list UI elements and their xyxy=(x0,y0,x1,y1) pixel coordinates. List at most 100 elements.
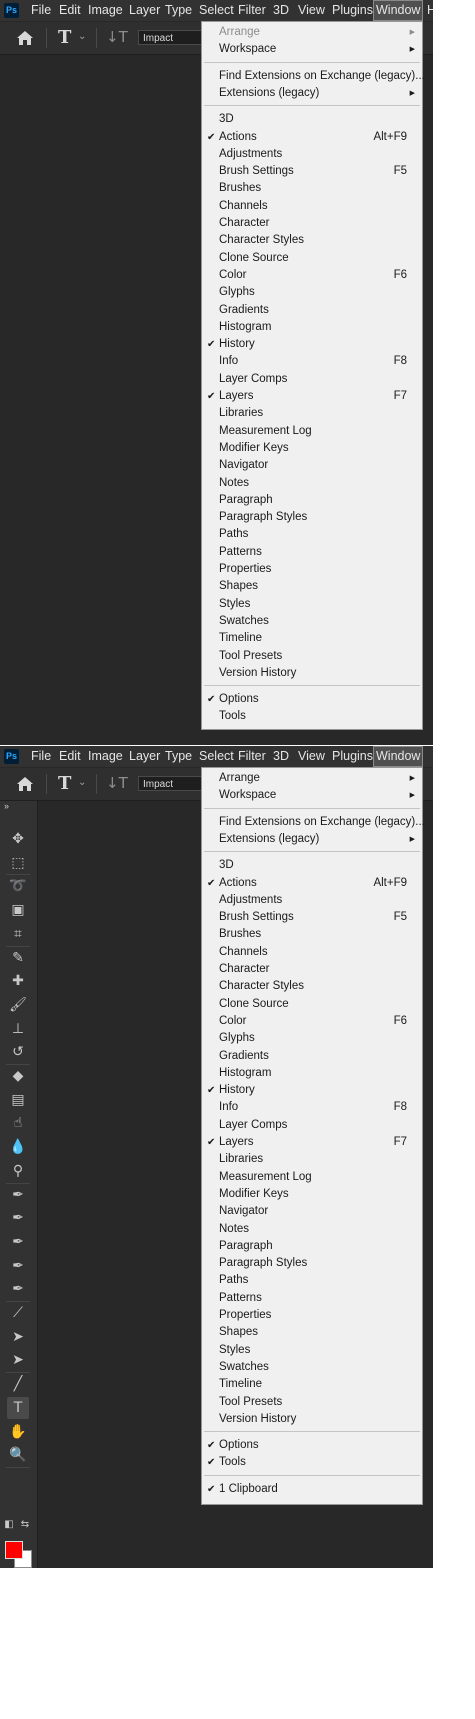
menu-item-extensions-legacy[interactable]: Extensions (legacy) ▶ xyxy=(202,831,422,848)
smudge-tool-icon[interactable]: ☝ xyxy=(7,1112,29,1134)
menu-item-actions[interactable]: ✔ Actions Alt+F9 xyxy=(202,129,422,146)
menu-item-info[interactable]: Info F8 xyxy=(202,353,422,370)
menu-item-libraries[interactable]: Libraries xyxy=(202,1151,422,1168)
menu-type[interactable]: Type xyxy=(165,746,192,767)
menu-item-adjustments[interactable]: Adjustments xyxy=(202,146,422,163)
healing-brush-tool-icon[interactable]: ✚ xyxy=(7,970,29,992)
menu-item-find-extensions-on-exchange-legacy[interactable]: Find Extensions on Exchange (legacy)... xyxy=(202,814,425,831)
menu-item-navigator[interactable]: Navigator xyxy=(202,457,422,474)
menu-item-character-styles[interactable]: Character Styles xyxy=(202,232,422,249)
foreground-color-swatch[interactable] xyxy=(5,1541,23,1559)
type-tool-preset-icon[interactable]: T xyxy=(58,773,71,794)
hand-tool-icon[interactable]: ✋ xyxy=(7,1421,29,1443)
convert-point-tool-icon[interactable]: ⟋ xyxy=(7,1302,29,1324)
menu-item-clone-source[interactable]: Clone Source xyxy=(202,250,422,267)
menu-3d[interactable]: 3D xyxy=(273,746,289,767)
menu-image[interactable]: Image xyxy=(88,746,123,767)
menu-item-notes[interactable]: Notes xyxy=(202,475,422,492)
dodge-tool-icon[interactable]: ⚲ xyxy=(7,1160,29,1182)
brush-tool-icon[interactable]: 🖌 xyxy=(7,994,29,1016)
freeform-pen-tool-icon[interactable]: ✒ xyxy=(7,1207,29,1229)
crop-tool-icon[interactable]: ⌗ xyxy=(7,923,29,945)
menu-item-properties[interactable]: Properties xyxy=(202,1307,422,1324)
curvature-pen-tool-icon[interactable]: ✒ xyxy=(7,1278,29,1300)
menu-item-histogram[interactable]: Histogram xyxy=(202,319,422,336)
menu-item-1-clipboard[interactable]: ✔ 1 Clipboard xyxy=(202,1481,422,1498)
menu-item-find-extensions-on-exchange-legacy[interactable]: Find Extensions on Exchange (legacy)... xyxy=(202,68,425,85)
menu-item-version-history[interactable]: Version History xyxy=(202,1411,422,1428)
menu-item-gradients[interactable]: Gradients xyxy=(202,1048,422,1065)
text-orientation-icon[interactable]: ↓T xyxy=(106,28,128,46)
menu-plugins[interactable]: Plugins xyxy=(332,0,373,21)
menu-item-histogram[interactable]: Histogram xyxy=(202,1065,422,1082)
menu-item-tool-presets[interactable]: Tool Presets xyxy=(202,1394,422,1411)
menu-item-patterns[interactable]: Patterns xyxy=(202,1290,422,1307)
menu-item-libraries[interactable]: Libraries xyxy=(202,405,422,422)
menu-item-layers[interactable]: ✔ Layers F7 xyxy=(202,1134,422,1151)
menu-3d[interactable]: 3D xyxy=(273,0,289,21)
menu-item-workspace[interactable]: Workspace ▶ xyxy=(202,787,422,804)
home-icon[interactable] xyxy=(16,775,34,793)
menu-item-timeline[interactable]: Timeline xyxy=(202,630,422,647)
type-tool-preset-icon[interactable]: T xyxy=(58,27,71,48)
zoom-tool-icon[interactable]: 🔍 xyxy=(7,1444,29,1466)
menu-item-clone-source[interactable]: Clone Source xyxy=(202,996,422,1013)
menu-item-brush-settings[interactable]: Brush Settings F5 xyxy=(202,909,422,926)
menu-item-tool-presets[interactable]: Tool Presets xyxy=(202,648,422,665)
menu-item-channels[interactable]: Channels xyxy=(202,198,422,215)
menu-item-paths[interactable]: Paths xyxy=(202,526,422,543)
menu-item-brushes[interactable]: Brushes xyxy=(202,180,422,197)
home-icon[interactable] xyxy=(16,29,34,47)
menu-item-shapes[interactable]: Shapes xyxy=(202,1324,422,1341)
menu-help-clipped[interactable]: H xyxy=(427,0,433,21)
eraser-tool-icon[interactable]: ◆ xyxy=(7,1065,29,1087)
menu-item-measurement-log[interactable]: Measurement Log xyxy=(202,1169,422,1186)
menu-item-tools[interactable]: ✔ Tools xyxy=(202,1454,422,1471)
menu-item-navigator[interactable]: Navigator xyxy=(202,1203,422,1220)
move-tool-icon[interactable]: ✥ xyxy=(7,828,29,850)
menu-item-paths[interactable]: Paths xyxy=(202,1272,422,1289)
menu-item-modifier-keys[interactable]: Modifier Keys xyxy=(202,440,422,457)
menu-item-character[interactable]: Character xyxy=(202,961,422,978)
menu-item-info[interactable]: Info F8 xyxy=(202,1099,422,1116)
menu-file[interactable]: File xyxy=(31,746,51,767)
menu-item-glyphs[interactable]: Glyphs xyxy=(202,1030,422,1047)
menu-view[interactable]: View xyxy=(298,746,325,767)
photoshop-logo-icon[interactable]: Ps xyxy=(4,3,19,18)
menu-select[interactable]: Select xyxy=(199,746,234,767)
font-family-field[interactable]: Impact xyxy=(138,30,210,45)
menu-item-layer-comps[interactable]: Layer Comps xyxy=(202,371,422,388)
menu-item-arrange[interactable]: Arrange ▶ xyxy=(202,770,422,787)
menu-select[interactable]: Select xyxy=(199,0,234,21)
menu-view[interactable]: View xyxy=(298,0,325,21)
menu-item-brushes[interactable]: Brushes xyxy=(202,926,422,943)
menu-item-history[interactable]: ✔ History xyxy=(202,1082,422,1099)
lasso-tool-icon[interactable]: ➰ xyxy=(7,875,29,897)
menu-item-notes[interactable]: Notes xyxy=(202,1221,422,1238)
font-family-field[interactable]: Impact xyxy=(138,776,210,791)
menu-file[interactable]: File xyxy=(31,0,51,21)
rectangular-marquee-tool-icon[interactable]: ⬚ xyxy=(7,852,29,874)
menu-item-options[interactable]: ✔ Options xyxy=(202,691,422,708)
menu-item-color[interactable]: Color F6 xyxy=(202,267,422,284)
menu-item-extensions-legacy[interactable]: Extensions (legacy) ▶ xyxy=(202,85,422,102)
line-tool-icon[interactable]: ╱ xyxy=(7,1373,29,1395)
menu-item-swatches[interactable]: Swatches xyxy=(202,613,422,630)
menu-item-brush-settings[interactable]: Brush Settings F5 xyxy=(202,163,422,180)
menu-item-layers[interactable]: ✔ Layers F7 xyxy=(202,388,422,405)
menu-item-styles[interactable]: Styles xyxy=(202,1342,422,1359)
swap-colors-icon[interactable]: ⇆ xyxy=(18,1518,32,1532)
menu-item-paragraph-styles[interactable]: Paragraph Styles xyxy=(202,509,422,526)
menu-filter[interactable]: Filter xyxy=(238,0,266,21)
menu-filter[interactable]: Filter xyxy=(238,746,266,767)
menu-type[interactable]: Type xyxy=(165,0,192,21)
menu-item-channels[interactable]: Channels xyxy=(202,944,422,961)
pen-tool-icon[interactable]: ✒ xyxy=(7,1184,29,1206)
menu-item-paragraph[interactable]: Paragraph xyxy=(202,492,422,509)
chevron-down-icon[interactable]: ⌄ xyxy=(78,777,86,788)
clone-stamp-tool-icon[interactable]: ⊥ xyxy=(7,1018,29,1040)
photoshop-logo-icon[interactable]: Ps xyxy=(4,749,19,764)
type-tool-icon[interactable]: T xyxy=(7,1396,29,1419)
menu-item-actions[interactable]: ✔ Actions Alt+F9 xyxy=(202,875,422,892)
menu-item-3d[interactable]: 3D xyxy=(202,111,422,128)
